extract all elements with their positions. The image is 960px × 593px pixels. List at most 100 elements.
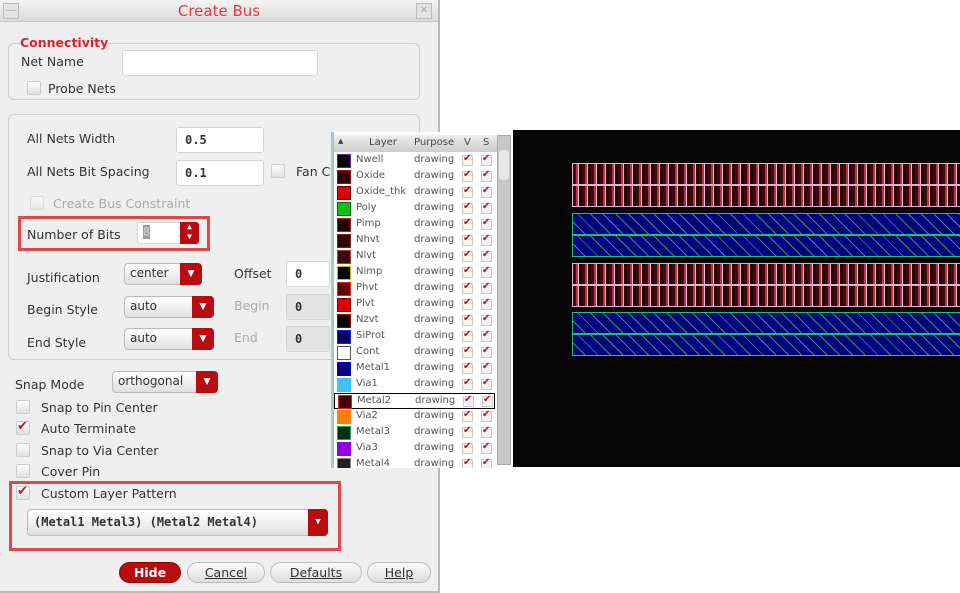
layer-row[interactable]: Cont drawing [334, 345, 494, 361]
layer-row[interactable]: Phvt drawing [334, 281, 494, 297]
end-style-select[interactable]: auto ▼ [124, 328, 214, 350]
visible-checkbox[interactable] [462, 169, 473, 182]
layer-row[interactable]: Poly drawing [334, 201, 494, 217]
selectable-checkbox[interactable] [481, 265, 492, 278]
visible-checkbox[interactable] [463, 394, 474, 407]
visible-checkbox[interactable] [462, 233, 473, 246]
visible-checkbox[interactable] [462, 457, 473, 468]
create-bus-constraint-checkbox[interactable] [30, 196, 44, 210]
layer-row[interactable]: Oxide drawing [334, 169, 494, 185]
selectable-checkbox[interactable] [481, 249, 492, 262]
visible-checkbox[interactable] [462, 153, 473, 166]
visible-checkbox[interactable] [462, 425, 473, 438]
visible-checkbox[interactable] [462, 377, 473, 390]
layer-row[interactable]: Nimp drawing [334, 265, 494, 281]
header-layer[interactable]: Layer [369, 137, 397, 148]
close-button[interactable]: ✕ [416, 3, 432, 19]
probe-nets-checkbox[interactable] [27, 81, 41, 95]
visible-checkbox[interactable] [462, 217, 473, 230]
visible-checkbox[interactable] [462, 313, 473, 326]
selectable-checkbox[interactable] [481, 345, 492, 358]
sort-icon[interactable]: ▲ [338, 137, 343, 145]
bus-wire-metal2[interactable] [572, 263, 960, 285]
selectable-checkbox[interactable] [481, 185, 492, 198]
visible-checkbox[interactable] [462, 185, 473, 198]
end-input[interactable] [286, 326, 330, 352]
selectable-checkbox[interactable] [481, 425, 492, 438]
bus-wire-metal1[interactable] [572, 235, 960, 257]
selectable-checkbox[interactable] [482, 394, 493, 407]
offset-input[interactable] [286, 261, 330, 287]
selectable-checkbox[interactable] [481, 233, 492, 246]
selectable-checkbox[interactable] [481, 457, 492, 468]
selectable-checkbox[interactable] [481, 313, 492, 326]
selectable-checkbox[interactable] [481, 217, 492, 230]
layer-row[interactable]: Metal4 drawing [334, 457, 494, 468]
bus-wire-metal1[interactable] [572, 334, 960, 356]
layer-row[interactable]: Plvt drawing [334, 297, 494, 313]
visible-checkbox[interactable] [462, 361, 473, 374]
layer-row[interactable]: Nhvt drawing [334, 233, 494, 249]
layer-row[interactable]: Metal3 drawing [334, 425, 494, 441]
layer-row[interactable]: Nlvt drawing [334, 249, 494, 265]
visible-checkbox[interactable] [462, 281, 473, 294]
spacing-input[interactable] [176, 160, 264, 186]
layer-row[interactable]: Pimp drawing [334, 217, 494, 233]
net-name-input[interactable] [122, 50, 318, 76]
bus-wire-metal2[interactable] [572, 163, 960, 185]
visible-checkbox[interactable] [462, 409, 473, 422]
hide-button[interactable]: Hide [119, 562, 181, 583]
selectable-checkbox[interactable] [481, 297, 492, 310]
begin-input[interactable] [286, 294, 330, 320]
auto-terminate-checkbox[interactable] [16, 419, 30, 435]
visible-checkbox[interactable] [462, 441, 473, 454]
header-purpose[interactable]: Purpose [414, 137, 454, 148]
layer-row[interactable]: Metal2 drawing [334, 393, 495, 409]
visible-checkbox[interactable] [462, 329, 473, 342]
visible-checkbox[interactable] [462, 265, 473, 278]
selectable-checkbox[interactable] [481, 409, 492, 422]
selectable-checkbox[interactable] [481, 281, 492, 294]
selectable-checkbox[interactable] [481, 329, 492, 342]
selectable-checkbox[interactable] [481, 201, 492, 214]
header-s[interactable]: S [483, 137, 489, 148]
snap-to-via-center-checkbox[interactable] [16, 443, 30, 457]
selectable-checkbox[interactable] [481, 361, 492, 374]
layer-row[interactable]: Nwell drawing [334, 153, 494, 169]
fan-checkbox[interactable] [271, 164, 285, 178]
help-button[interactable]: Help [367, 562, 431, 583]
layer-pattern-select[interactable]: (Metal1 Metal3) (Metal2 Metal4) ▼ [27, 509, 328, 536]
visible-checkbox[interactable] [462, 297, 473, 310]
layer-row[interactable]: Oxide_thk drawing [334, 185, 494, 201]
header-v[interactable]: V [464, 137, 471, 148]
cancel-button[interactable]: Cancel [187, 562, 265, 583]
spinner-arrows-icon[interactable]: ▲ ▼ [180, 222, 199, 244]
snap-to-pin-center-checkbox[interactable] [16, 400, 30, 414]
defaults-button[interactable]: Defaults [270, 562, 362, 583]
visible-checkbox[interactable] [462, 345, 473, 358]
begin-style-select[interactable]: auto ▼ [124, 296, 214, 318]
layer-row[interactable]: Via1 drawing [334, 377, 494, 393]
layer-scrollbar[interactable] [497, 135, 511, 465]
visible-checkbox[interactable] [462, 249, 473, 262]
bus-wire-metal1[interactable] [572, 213, 960, 235]
bus-wire-metal2[interactable] [572, 185, 960, 207]
bus-wire-metal2[interactable] [572, 285, 960, 307]
layer-row[interactable]: Metal1 drawing [334, 361, 494, 377]
snap-mode-select[interactable]: orthogonal ▼ [112, 371, 218, 393]
cover-pin-checkbox[interactable] [16, 464, 30, 478]
bus-wire-metal1[interactable] [572, 312, 960, 334]
width-input[interactable] [176, 127, 264, 153]
layer-row[interactable]: Via2 drawing [334, 409, 494, 425]
layout-canvas[interactable] [513, 130, 960, 467]
selectable-checkbox[interactable] [481, 153, 492, 166]
number-of-bits-spinner[interactable]: 8 ▲ ▼ [137, 222, 199, 244]
visible-checkbox[interactable] [462, 201, 473, 214]
selectable-checkbox[interactable] [481, 169, 492, 182]
layer-row[interactable]: SiProt drawing [334, 329, 494, 345]
layer-row[interactable]: Nzvt drawing [334, 313, 494, 329]
scrollbar-thumb[interactable] [499, 150, 509, 180]
selectable-checkbox[interactable] [481, 377, 492, 390]
justification-select[interactable]: center ▼ [124, 263, 202, 285]
layer-row[interactable]: Via3 drawing [334, 441, 494, 457]
